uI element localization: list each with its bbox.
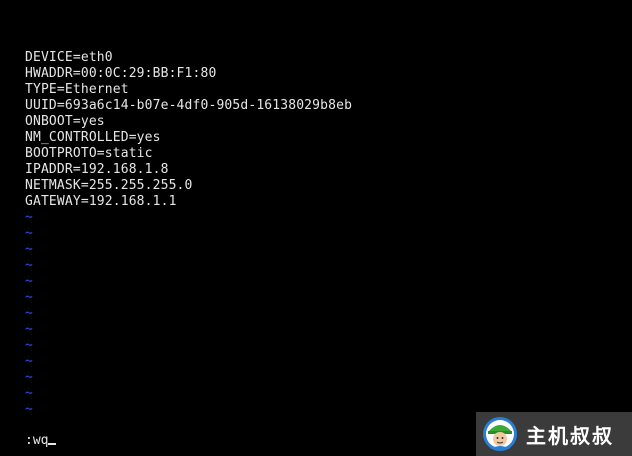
empty-line-marker: ~: [25, 258, 33, 273]
config-line-hwaddr: HWADDR=00:0C:29:BB:F1:80: [25, 66, 217, 81]
empty-line-marker: ~: [25, 274, 33, 289]
empty-line-marker: ~: [25, 242, 33, 257]
command-text: :wq: [25, 433, 49, 448]
config-line-gateway: GATEWAY=192.168.1.1: [25, 194, 177, 209]
empty-line-marker: ~: [25, 386, 33, 401]
config-line-ipaddr: IPADDR=192.168.1.8: [25, 162, 169, 177]
empty-line-marker: ~: [25, 226, 33, 241]
empty-line-markers: ~ ~ ~ ~ ~ ~ ~ ~ ~ ~ ~ ~ ~: [25, 210, 33, 418]
watermark: 主机叔叔: [476, 412, 632, 456]
empty-line-marker: ~: [25, 370, 33, 385]
empty-line-marker: ~: [25, 322, 33, 337]
mascot-logo-icon: [483, 417, 517, 451]
config-line-uuid: UUID=693a6c14-b07e-4df0-905d-16138029b8e…: [25, 98, 353, 113]
empty-line-marker: ~: [25, 354, 33, 369]
config-line-onboot: ONBOOT=yes: [25, 114, 105, 129]
config-line-netmask: NETMASK=255.255.255.0: [25, 178, 193, 193]
config-line-bootproto: BOOTPROTO=static: [25, 146, 153, 161]
command-line[interactable]: :wq: [25, 433, 57, 449]
config-line-device: DEVICE=eth0: [25, 50, 113, 65]
text-cursor: [48, 443, 57, 445]
empty-line-marker: ~: [25, 338, 33, 353]
terminal-window[interactable]: DEVICE=eth0 HWADDR=00:0C:29:BB:F1:80 TYP…: [0, 0, 632, 456]
editor-buffer[interactable]: DEVICE=eth0 HWADDR=00:0C:29:BB:F1:80 TYP…: [25, 50, 352, 210]
empty-line-marker: ~: [25, 306, 33, 321]
empty-line-marker: ~: [25, 210, 33, 225]
empty-line-marker: ~: [25, 290, 33, 305]
watermark-text: 主机叔叔: [526, 423, 614, 448]
config-line-type: TYPE=Ethernet: [25, 82, 129, 97]
empty-line-marker: ~: [25, 402, 33, 417]
config-line-nm-controlled: NM_CONTROLLED=yes: [25, 130, 161, 145]
